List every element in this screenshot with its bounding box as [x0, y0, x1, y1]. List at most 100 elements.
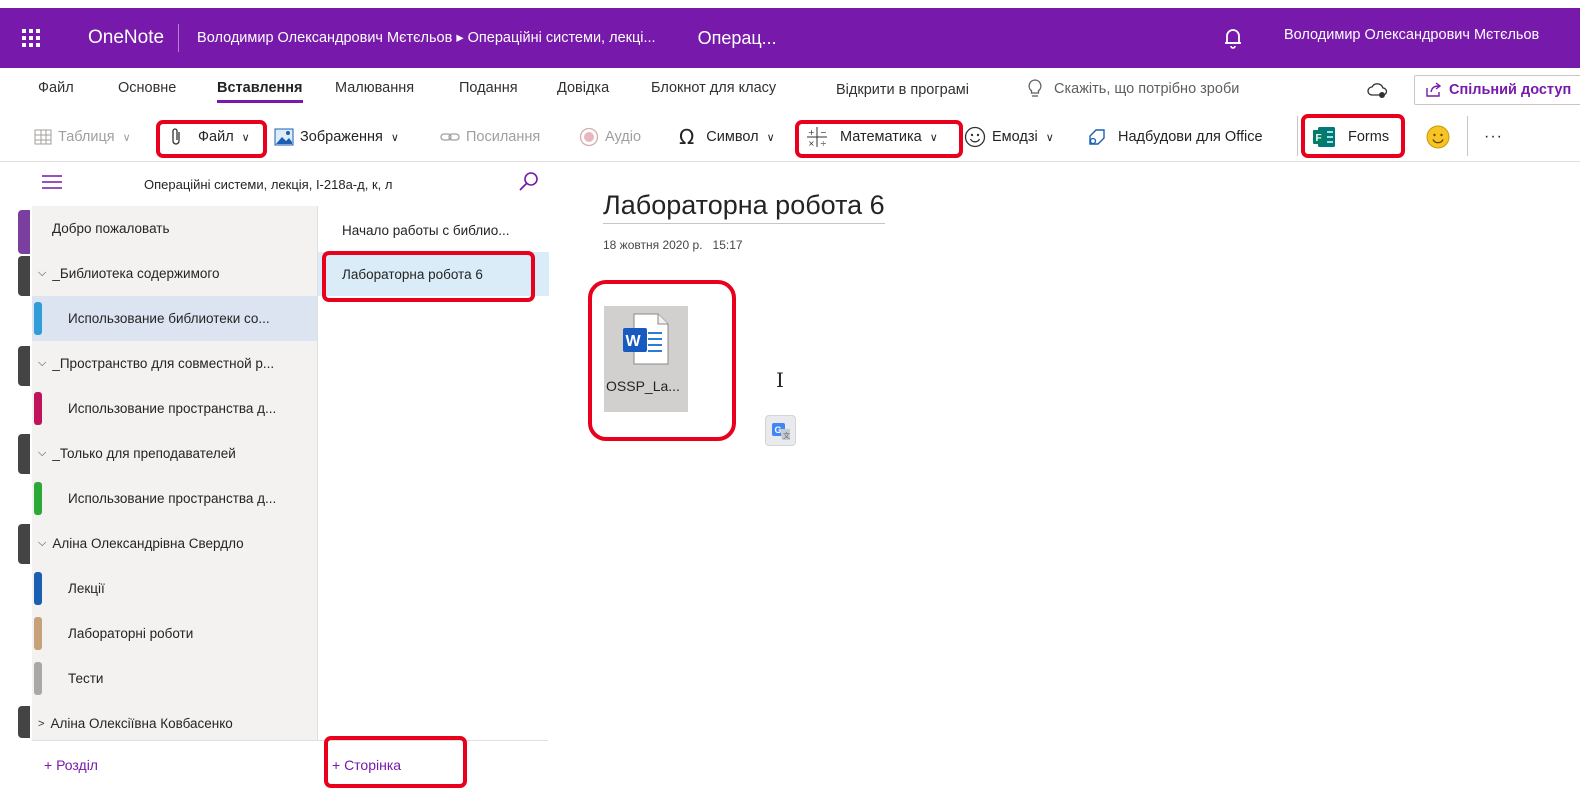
highlight-file-button	[156, 120, 267, 158]
tab-file[interactable]: Файл	[38, 80, 74, 96]
chevron-right-icon[interactable]: >	[38, 718, 44, 730]
table-label: Таблиця	[58, 129, 115, 145]
google-translate-icon[interactable]: G 文	[765, 415, 796, 446]
section-group[interactable]: ⌵ _Только для преподавателей	[32, 431, 317, 476]
audio-button[interactable]: Аудіо	[579, 124, 641, 150]
section-item[interactable]: Использование пространства д...	[32, 386, 317, 431]
tab-draw[interactable]: Малювання	[335, 80, 414, 96]
section-label: _Пространство для совместной р...	[52, 356, 275, 371]
section-label: Тести	[68, 671, 104, 686]
section-tab-flag	[18, 346, 30, 386]
emoji-button[interactable]: Емодзі ∨	[964, 124, 1054, 150]
section-group[interactable]: ⌵ _Библиотека содержимого	[32, 251, 317, 296]
waffle-icon[interactable]	[0, 8, 62, 68]
symbol-label: Символ	[706, 129, 759, 145]
ribbon-tabs: Файл Основне Вставлення Малювання Поданн…	[0, 68, 1580, 112]
section-color-bar	[34, 572, 42, 605]
highlight-attachment	[588, 280, 736, 441]
tab-view[interactable]: Подання	[459, 80, 518, 96]
emoji-feedback-button[interactable]	[1426, 124, 1450, 150]
highlight-math-button	[795, 120, 963, 158]
search-icon[interactable]	[517, 170, 541, 194]
link-label: Посилання	[466, 129, 541, 145]
section-label: Лекції	[68, 581, 105, 596]
section-color-bar	[34, 482, 42, 515]
section-tab-flag	[18, 524, 30, 564]
highlight-forms-button	[1301, 114, 1405, 158]
section-item[interactable]: Лабораторні роботи	[32, 611, 317, 656]
lightbulb-icon	[1028, 79, 1042, 97]
chevron-down-icon[interactable]: ⌵	[38, 267, 46, 280]
text-cursor-icon: I	[776, 368, 784, 392]
section-label: Использование пространства д...	[68, 491, 277, 506]
section-item[interactable]: Добро пожаловать	[32, 206, 317, 251]
notebook-title[interactable]: Операційні системи, лекція, І-218а-д, к,…	[144, 177, 392, 192]
omega-icon: Ω	[679, 125, 695, 149]
table-button[interactable]: Таблиця ∨	[34, 124, 131, 150]
smiley-face-icon	[1426, 125, 1450, 149]
tab-class-notebook[interactable]: Блокнот для класу	[651, 80, 776, 96]
translate-icon: G 文	[772, 423, 790, 440]
more-options-button[interactable]: ···	[1484, 124, 1503, 150]
section-label: _Только для преподавателей	[52, 446, 236, 461]
onenote-window: OneNote Володимир Олександрович Мєтєльов…	[0, 0, 1580, 788]
image-button[interactable]: Зображення ∨	[274, 124, 399, 150]
share-button[interactable]: Спільний доступ	[1414, 75, 1580, 105]
smiley-icon	[964, 126, 986, 148]
section-color-bar	[34, 662, 42, 695]
section-group[interactable]: ⌵ _Пространство для совместной р...	[32, 341, 317, 386]
section-color-bar	[34, 392, 42, 425]
tab-insert[interactable]: Вставлення	[217, 80, 303, 103]
chevron-down-icon[interactable]: ⌵	[38, 447, 46, 460]
breadcrumb[interactable]: Володимир Олександрович Мєтєльов ▸ Опера…	[197, 30, 656, 46]
page-item[interactable]: Начало работы с библио...	[318, 208, 549, 252]
page-time-value: 15:17	[712, 238, 743, 252]
section-tab-flag	[18, 256, 30, 296]
section-item[interactable]: Тести	[32, 656, 317, 701]
highlight-add-page	[324, 736, 467, 788]
emoji-label: Емодзі	[992, 129, 1038, 145]
open-in-app-button[interactable]: Відкрити в програмі	[836, 82, 969, 98]
section-label: Лабораторні роботи	[68, 626, 194, 641]
toolbar-divider	[1297, 116, 1298, 156]
section-color-bar	[34, 617, 42, 650]
chevron-down-icon[interactable]: ⌵	[38, 537, 46, 550]
tab-help[interactable]: Довідка	[557, 80, 609, 96]
notebook-header: Операційні системи, лекція, І-218а-д, к,…	[0, 162, 548, 206]
office-addins-button[interactable]: Надбудови для Office	[1086, 124, 1263, 150]
app-name[interactable]: OneNote	[62, 24, 180, 52]
section-item[interactable]: Использование библиотеки со...	[32, 296, 317, 341]
chevron-down-icon[interactable]: ⌵	[38, 357, 46, 370]
record-icon	[579, 127, 599, 147]
link-button[interactable]: Посилання	[440, 124, 540, 150]
addins-label: Надбудови для Office	[1118, 129, 1263, 145]
addins-icon	[1089, 129, 1105, 145]
nav-footer: + Розділ + Сторінка	[32, 740, 548, 788]
section-label: Использование библиотеки со...	[68, 311, 270, 326]
bell-icon[interactable]	[1222, 26, 1244, 50]
table-icon	[34, 129, 52, 145]
hamburger-menu-icon[interactable]	[42, 175, 62, 189]
section-tab-flag	[18, 434, 30, 474]
page-breadcrumb[interactable]: Операц...	[698, 28, 777, 49]
notebook-color-strip	[0, 162, 32, 788]
section-group[interactable]: ⌵ Аліна Олександрівна Свердло	[32, 521, 317, 566]
section-color-bar	[34, 302, 42, 335]
tab-home[interactable]: Основне	[118, 80, 176, 96]
user-name[interactable]: Володимир Олександрович Мєтєльов	[1284, 27, 1539, 43]
symbol-button[interactable]: Ω Символ ∨	[679, 124, 775, 150]
toolbar-divider	[1467, 116, 1468, 156]
section-label: Добро пожаловать	[52, 221, 170, 236]
link-icon	[440, 133, 460, 141]
page-title[interactable]: Лабораторна робота 6	[603, 190, 885, 224]
cloud-sync-icon[interactable]	[1366, 80, 1390, 100]
picture-icon	[274, 128, 294, 146]
svg-text:文: 文	[783, 431, 790, 440]
tell-me-box[interactable]: Скажіть, що потрібно зроби	[1028, 79, 1239, 99]
audio-label: Аудіо	[605, 129, 642, 145]
add-section-button[interactable]: + Розділ	[44, 757, 98, 773]
section-item[interactable]: Лекції	[32, 566, 317, 611]
section-item[interactable]: Использование пространства д...	[32, 476, 317, 521]
page-date: 18 жовтня 2020 р. 15:17	[603, 238, 743, 252]
section-label: Аліна Олексіївна Ковбасенко	[50, 716, 233, 731]
